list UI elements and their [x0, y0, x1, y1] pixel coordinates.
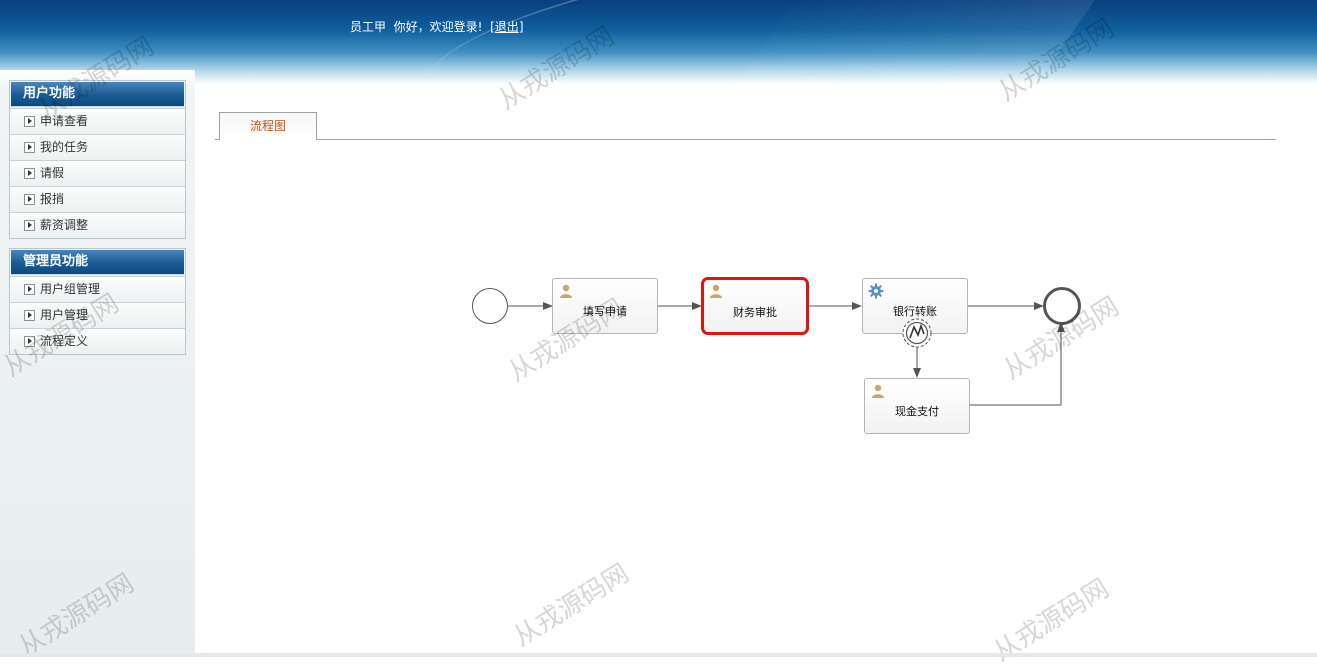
header-banner: 员工甲 你好，欢迎登录! [退出] [0, 0, 1317, 84]
error-boundary-icon [902, 318, 932, 348]
arrow-right-icon [24, 284, 35, 295]
sidebar-item-label: 申请查看 [40, 114, 89, 128]
arrow-right-icon [24, 168, 35, 179]
sidebar-item-label: 流程定义 [40, 334, 89, 348]
task-cash-payment[interactable]: 现金支付 [864, 378, 970, 434]
user-functions-menu: 用户功能 申请查看 我的任务 请假 报捎 薪资调整 [9, 80, 186, 239]
sidebar-item-my-tasks[interactable]: 我的任务 [10, 134, 185, 160]
sidebar-item-user-manage[interactable]: 用户管理 [10, 302, 185, 328]
task-label: 银行转账 [893, 305, 937, 318]
arrow-right-icon [24, 116, 35, 127]
sidebar-item-label: 报捎 [40, 192, 65, 206]
menu-title-user: 用户功能 [11, 82, 184, 107]
connector-cash-end [970, 322, 1065, 406]
task-fill-application[interactable]: 填写申请 [552, 278, 658, 334]
user-icon [872, 384, 884, 398]
user-greeting: 员工甲 你好，欢迎登录! [退出] [350, 18, 524, 35]
sidebar-item-process-define[interactable]: 流程定义 [10, 328, 185, 354]
start-event [472, 288, 508, 324]
bottom-border [0, 653, 1317, 657]
flow-connectors [508, 302, 1065, 406]
welcome-text: 你好，欢迎登录! [393, 20, 483, 34]
user-icon [710, 284, 722, 298]
bracket-close: ] [518, 20, 524, 34]
sidebar-item-reimbursement[interactable]: 报捎 [10, 186, 185, 212]
end-event [1043, 287, 1081, 325]
task-label: 现金支付 [895, 405, 939, 418]
sidebar: 用户功能 申请查看 我的任务 请假 报捎 薪资调整 管理员功能 用户组管理 用户… [0, 70, 195, 657]
task-finance-approval[interactable]: 财务审批 [701, 277, 809, 335]
sidebar-item-label: 用户组管理 [40, 282, 101, 296]
arrow-right-icon [24, 220, 35, 231]
sidebar-item-label: 请假 [40, 166, 65, 180]
tab-flowchart[interactable]: 流程图 [219, 112, 317, 140]
task-label: 财务审批 [733, 306, 777, 319]
sidebar-item-label: 用户管理 [40, 308, 89, 322]
user-name: 员工甲 [350, 20, 387, 34]
sidebar-item-label: 薪资调整 [40, 218, 89, 232]
admin-functions-menu: 管理员功能 用户组管理 用户管理 流程定义 [9, 248, 186, 355]
user-icon [560, 284, 572, 298]
arrow-right-icon [24, 310, 35, 321]
arrow-right-icon [24, 194, 35, 205]
menu-title-admin: 管理员功能 [11, 250, 184, 275]
task-label: 填写申请 [583, 305, 627, 318]
gear-icon [868, 283, 884, 299]
sidebar-item-label: 我的任务 [40, 140, 89, 154]
tab-underline [215, 139, 1276, 140]
sidebar-item-group-manage[interactable]: 用户组管理 [10, 276, 185, 302]
watermark: 从戎源码网 [508, 558, 635, 653]
arrow-right-icon [24, 142, 35, 153]
sidebar-item-application-view[interactable]: 申请查看 [10, 108, 185, 134]
sidebar-item-leave[interactable]: 请假 [10, 160, 185, 186]
arrow-right-icon [24, 336, 35, 347]
sidebar-item-salary-adjust[interactable]: 薪资调整 [10, 212, 185, 238]
logout-link[interactable]: 退出 [495, 20, 519, 34]
